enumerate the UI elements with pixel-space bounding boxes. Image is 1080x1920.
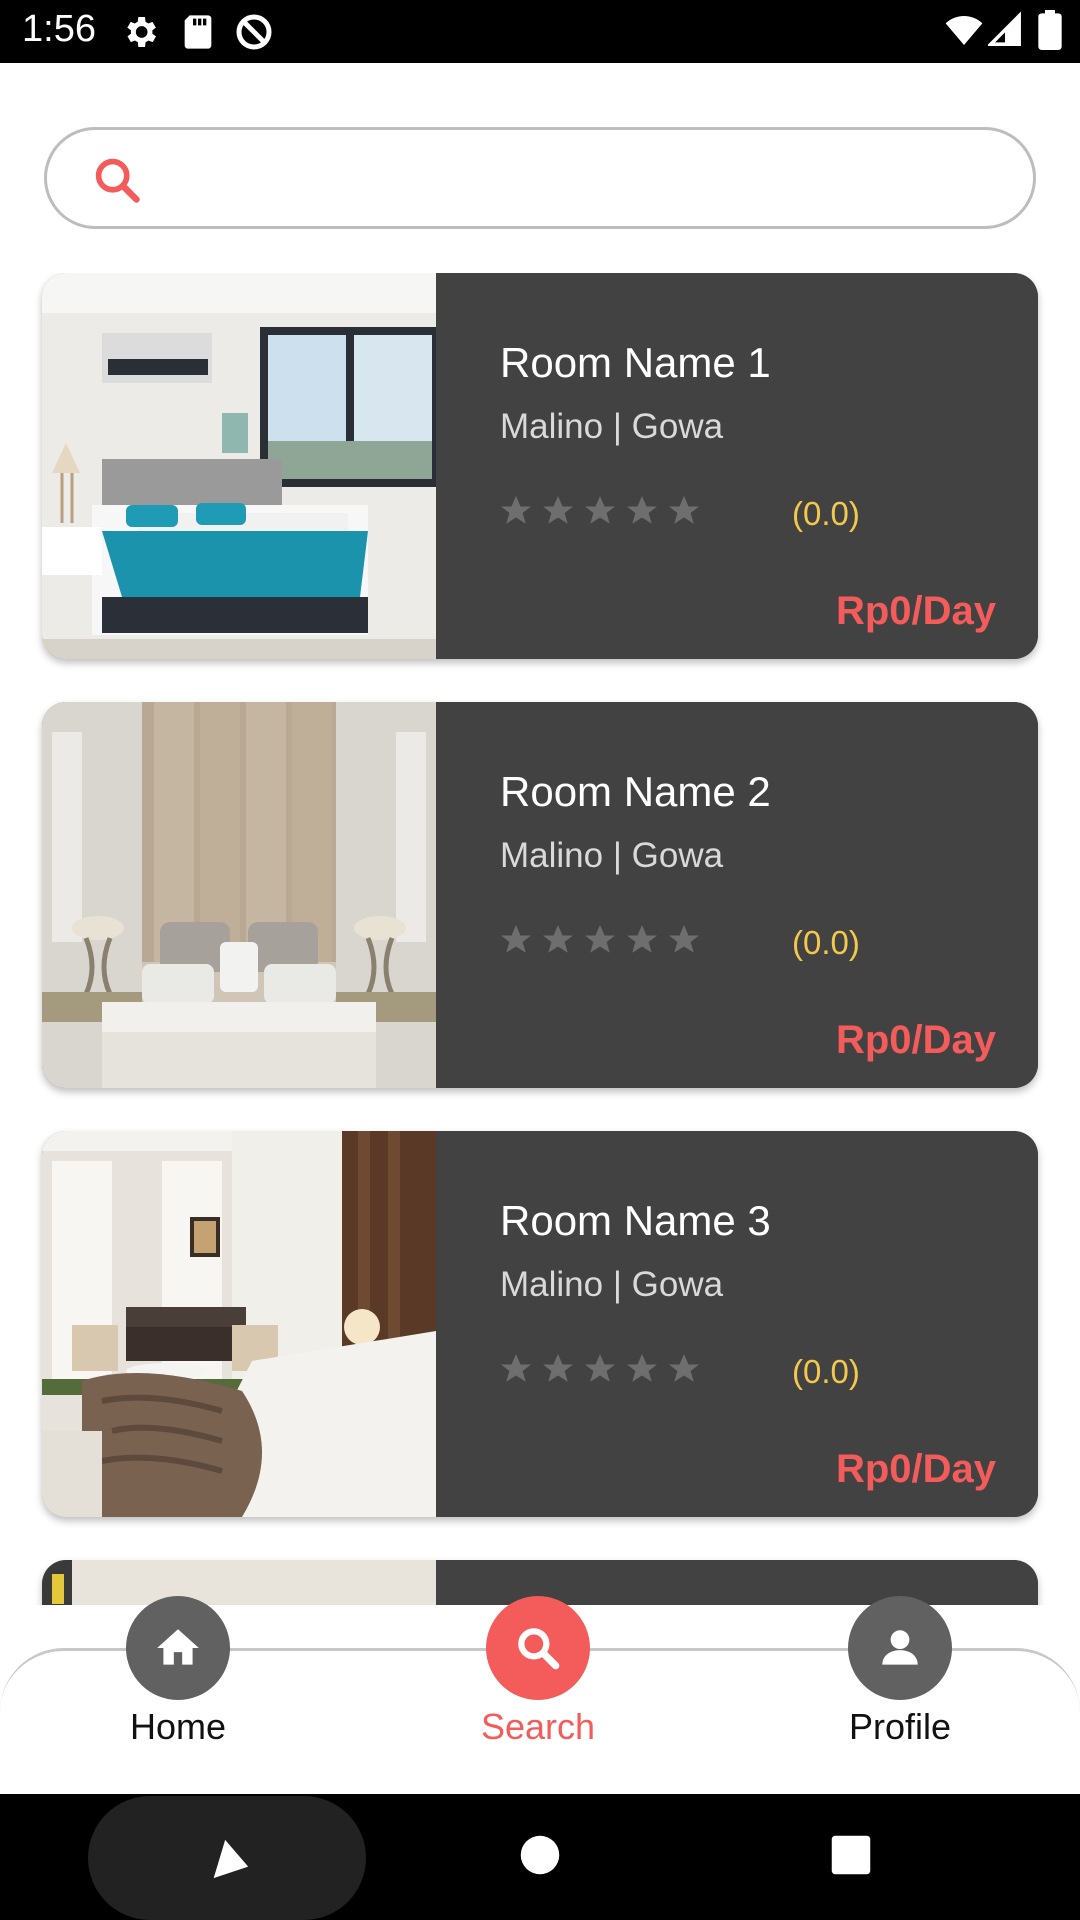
star-icon [543,1354,573,1382]
nav-home-circle[interactable] [126,1596,230,1700]
star-icon [627,496,657,524]
status-time: 1:56 [22,8,96,50]
star-icon [501,1354,531,1382]
room-photo [42,1131,436,1517]
room-name: Room Name 3 [500,1197,771,1244]
search-bar[interactable] [44,127,1036,229]
star-icon [669,1354,699,1382]
person-icon [882,1630,918,1665]
room-price: Rp0/Day [835,1447,996,1491]
rating-value: (0.0) [792,495,860,532]
nav-search[interactable]: Search [438,1596,638,1756]
room-card-2[interactable]: Room Name 2 Malino | Gowa (0.0) Rp0/Day [42,702,1038,1088]
battery-icon [1038,10,1062,50]
star-icon [669,925,699,953]
rating-stars [498,1351,702,1387]
data-saver-icon [236,14,272,50]
status-bar: 1:56 [0,0,1080,63]
room-info: Room Name 2 Malino | Gowa (0.0) Rp0/Day [436,702,1038,1088]
room-photo [42,273,436,659]
back-triangle-icon [213,1839,249,1879]
star-icon [585,1354,615,1382]
recents-square-icon[interactable] [830,1834,872,1876]
sd-card-icon [184,15,212,49]
room-info: Room Name 1 Malino | Gowa (0.0) Rp0/Day [436,273,1038,659]
nav-profile-label: Profile [848,1706,952,1747]
room-price: Rp0/Day [835,1018,996,1062]
search-input[interactable] [167,148,1007,208]
room-price: Rp0/Day [835,589,996,633]
cell-signal-icon [988,11,1021,46]
search-icon [518,1628,560,1670]
star-icon [543,496,573,524]
room-location: Malino | Gowa [500,407,724,446]
home-circle-icon[interactable] [519,1834,561,1876]
nav-profile[interactable]: Profile [800,1596,1000,1756]
room-name: Room Name 2 [500,768,771,815]
room-name: Room Name 1 [500,339,771,386]
star-icon [585,925,615,953]
nav-profile-circle[interactable] [848,1596,952,1700]
rating-stars [498,493,702,529]
back-button[interactable] [88,1796,366,1920]
rating-value: (0.0) [792,924,860,961]
room-photo [42,702,436,1088]
room-info: Room Name 3 Malino | Gowa (0.0) Rp0/Day [436,1131,1038,1517]
star-icon [627,1354,657,1382]
star-icon [543,925,573,953]
star-icon [627,925,657,953]
rating-stars [498,922,702,958]
nav-search-circle[interactable] [486,1596,590,1700]
room-card-1[interactable]: Room Name 1 Malino | Gowa (0.0) Rp0/Day [42,273,1038,659]
star-icon [585,496,615,524]
star-icon [501,925,531,953]
room-card-3[interactable]: Room Name 3 Malino | Gowa (0.0) Rp0/Day [42,1131,1038,1517]
rating-value: (0.0) [792,1353,860,1390]
settings-gear-icon [127,17,156,47]
nav-home-label: Home [129,1706,227,1747]
search-icon [95,158,140,203]
nav-home[interactable]: Home [78,1596,278,1756]
wifi-icon [945,16,983,45]
star-icon [501,496,531,524]
home-icon [157,1629,199,1665]
room-location: Malino | Gowa [500,1265,724,1304]
star-icon [669,496,699,524]
nav-search-label: Search [480,1706,596,1747]
system-navigation-bar [0,1794,1080,1920]
room-location: Malino | Gowa [500,836,724,875]
room-list[interactable]: Room Name 1 Malino | Gowa (0.0) Rp0/Day [0,273,1080,1605]
